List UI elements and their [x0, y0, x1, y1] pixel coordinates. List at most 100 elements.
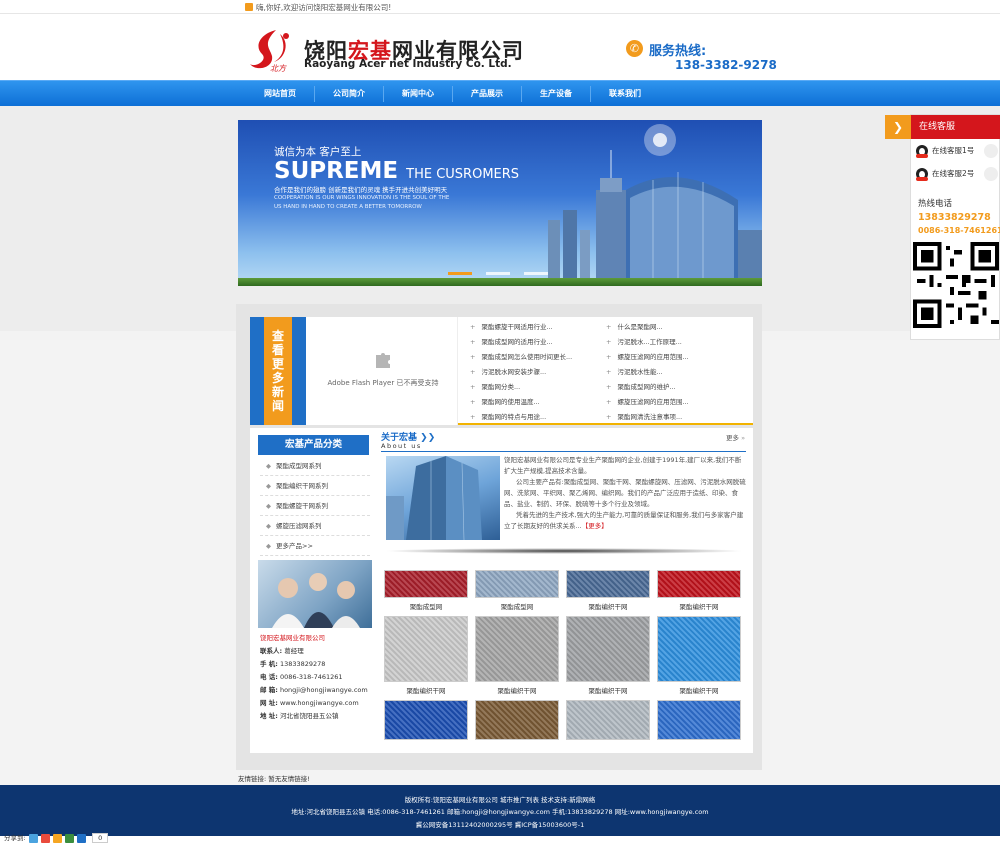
category-item[interactable]: ◆ 聚酯成型网系列	[260, 457, 370, 476]
contact-website: 网 址: www.hongjiwangye.com	[260, 699, 359, 707]
product-image	[566, 616, 650, 682]
product-card[interactable]: 聚酯编织干网	[657, 570, 741, 611]
product-caption: 聚酯编织干网	[497, 687, 537, 695]
share-count: 0	[92, 833, 109, 843]
qq-service-2[interactable]: 在线客服2号	[916, 164, 974, 184]
product-card[interactable]: 聚酯编织干网	[384, 616, 468, 695]
contact-email: 邮 箱: hongji@hongjiwangye.com	[260, 686, 368, 694]
online-service-panel: ❯ 在线客服 在线客服1号 在线客服2号 热线电话 13833829278 00…	[885, 114, 1000, 340]
product-image	[657, 700, 741, 740]
contact-company: 饶阳宏基网业有限公司	[260, 634, 325, 642]
more-news-tag[interactable]: 查看更多新闻	[250, 317, 306, 425]
news-item[interactable]: + 污泥脱水网安装步骤...	[470, 365, 572, 380]
product-card[interactable]: 聚酯编织干网	[657, 616, 741, 695]
product-card[interactable]: 聚酯成型网	[475, 570, 559, 611]
qq-penguin-icon	[916, 168, 928, 181]
product-caption: 聚酯成型网	[409, 603, 443, 611]
service-title: 在线客服	[911, 115, 1000, 139]
share-wechat-icon[interactable]	[65, 833, 75, 843]
service-header: ❯ 在线客服	[885, 115, 1000, 139]
chat-bubble-icon[interactable]	[984, 167, 998, 181]
product-card[interactable]	[657, 700, 741, 740]
category-item-more[interactable]: ◆ 更多产品>>	[260, 537, 370, 556]
news-item[interactable]: + 螺旋压滤网的应用范围...	[606, 350, 689, 365]
slide-dot-1[interactable]	[448, 272, 472, 275]
news-item[interactable]: + 聚酯成型网怎么使用时间更长...	[470, 350, 572, 365]
site-footer: 版权所有:饶阳宏基网业有限公司 城市推广列表 技术支持:新鼎网络 地址:河北省饶…	[0, 785, 1000, 836]
banner-slogan: 诚信为本 客户至上	[274, 146, 362, 158]
customer-service-photo	[258, 560, 372, 628]
nav-equipment[interactable]: 生产设备	[522, 81, 590, 107]
product-caption: 聚酯编织干网	[679, 687, 719, 695]
about-shadow	[384, 548, 744, 554]
nav-contact[interactable]: 联系我们	[591, 81, 659, 107]
category-item[interactable]: ◆ 螺旋压滤网系列	[260, 517, 370, 536]
banner-title: SUPREME THE CUSROMERS	[274, 158, 520, 184]
about-subtitle: About us	[381, 442, 422, 450]
news-item[interactable]: + 污泥脱水性能...	[606, 365, 689, 380]
qq-penguin-icon	[916, 145, 928, 158]
product-card[interactable]: 聚酯成型网	[384, 570, 468, 611]
news-item[interactable]: + 污泥脱水...工作原理...	[606, 335, 689, 350]
news-item[interactable]: + 螺旋压滤网的应用范围...	[606, 395, 689, 410]
product-image	[566, 570, 650, 598]
product-card[interactable]: 聚酯编织干网	[475, 616, 559, 695]
share-weibo-icon[interactable]	[40, 833, 50, 843]
product-card[interactable]	[475, 700, 559, 740]
product-image	[657, 616, 741, 682]
slide-dot-2[interactable]	[486, 272, 510, 275]
category-title: 宏基产品分类	[258, 435, 369, 455]
logo-mark-text: 北方	[270, 64, 287, 72]
glass-building-illustration	[386, 456, 482, 540]
news-list-left: + 聚酯螺旋干网适用行业... + 聚酯成型网的适用行业... + 聚酯成型网怎么使用…	[470, 320, 572, 425]
news-item[interactable]: + 什么是聚酯网...	[606, 320, 689, 335]
product-card[interactable]	[566, 700, 650, 740]
share-qzone-icon[interactable]	[28, 833, 38, 843]
category-item[interactable]: ◆ 聚酯编织干网系列	[260, 477, 370, 496]
hotline-label: 服务热线:	[649, 44, 707, 59]
news-item[interactable]: + 聚酯成型网的维护...	[606, 380, 689, 395]
company-logo[interactable]: 北方	[246, 28, 298, 72]
call-center-illustration	[272, 573, 360, 628]
news-item[interactable]: + 聚酯网的使用温度...	[470, 395, 572, 410]
banner-line-1: 合作是我们的翅膀 创新是我们的灵魂 携手开进共创美好明天	[274, 186, 448, 194]
top-bar: 嗨,你好,欢迎访问饶阳宏基网业有限公司!	[0, 0, 1000, 14]
nav-news[interactable]: 新闻中心	[384, 81, 452, 107]
nav-home[interactable]: 网站首页	[246, 81, 314, 107]
product-image	[384, 700, 468, 740]
about-paragraph-3: 凭着先进的生产技术,强大的生产能力,可靠的质量保证和服务,我们与多家客户建立了长…	[504, 511, 744, 530]
welcome-text: 嗨,你好,欢迎访问饶阳宏基网业有限公司!	[256, 3, 392, 12]
product-caption: 聚酯编织干网	[406, 687, 446, 695]
contact-person: 联系人: 葛经理	[260, 647, 304, 655]
service-hotline-title: 热线电话	[918, 199, 953, 209]
service-collapse-icon[interactable]: ❯	[885, 115, 911, 139]
qq-service-1[interactable]: 在线客服1号	[916, 141, 974, 161]
product-card[interactable]: 聚酯编织干网	[566, 616, 650, 695]
product-image	[657, 570, 741, 598]
about-paragraph-1: 饶阳宏基网业有限公司是专业生产聚酯网的企业,创建于1991年,建厂以来,我们不断…	[504, 456, 742, 475]
product-image	[566, 700, 650, 740]
news-item[interactable]: + 聚酯成型网的适用行业...	[470, 335, 572, 350]
news-item[interactable]: + 聚酯螺旋干网适用行业...	[470, 320, 572, 335]
site-header: 北方 饶阳宏基网业有限公司 Raoyang Acer net Industry …	[0, 14, 1000, 80]
chat-bubble-icon[interactable]	[984, 144, 998, 158]
about-read-more[interactable]: 【更多】	[582, 522, 608, 530]
product-card[interactable]	[384, 700, 468, 740]
product-card[interactable]: 聚酯编织干网	[566, 570, 650, 611]
share-more-icon[interactable]	[77, 833, 87, 843]
news-item[interactable]: + 聚酯网分类...	[470, 380, 572, 395]
nav-products[interactable]: 产品展示	[453, 81, 521, 107]
share-qq-icon[interactable]	[52, 833, 62, 843]
news-list-right: + 什么是聚酯网... + 污泥脱水...工作原理... + 螺旋压滤网的应用范围..…	[606, 320, 689, 425]
product-caption: 聚酯成型网	[500, 603, 534, 611]
about-building-image	[386, 456, 500, 540]
nav-about[interactable]: 公司简介	[315, 81, 383, 107]
hero-banner[interactable]: 诚信为本 客户至上 SUPREME THE CUSROMERS 合作是我们的翅膀…	[238, 120, 762, 286]
about-more-link[interactable]: 更多 »	[726, 432, 745, 442]
about-text: 饶阳宏基网业有限公司是专业生产聚酯网的企业,创建于1991年,建厂以来,我们不断…	[504, 455, 746, 532]
slide-dot-3[interactable]	[524, 272, 548, 275]
category-item[interactable]: ◆ 聚酯螺旋干网系列	[260, 497, 370, 516]
share-label: 分享到:	[4, 834, 26, 842]
footer-icp[interactable]: 冀公网安备13112402000295号 冀ICP备15003600号-1	[0, 819, 1000, 829]
product-caption: 聚酯编织干网	[588, 603, 628, 611]
